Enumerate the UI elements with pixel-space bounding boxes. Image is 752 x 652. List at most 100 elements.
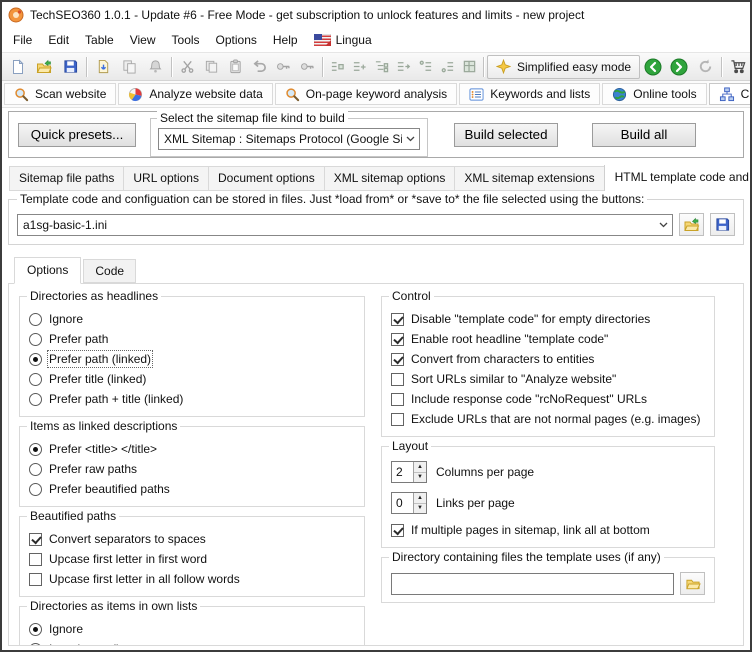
build-bar: Quick presets... Select the sitemap file… — [8, 111, 744, 158]
checkbox-exclude-non-pages[interactable]: Exclude URLs that are not normal pages (… — [391, 409, 705, 429]
refresh-button[interactable] — [692, 55, 718, 79]
beautified-paths-groupbox: Beautified paths Convert separators to s… — [19, 516, 365, 597]
indent-node-button[interactable] — [414, 55, 436, 79]
spin-up-button[interactable]: ▲ — [414, 493, 426, 504]
tab-document-options[interactable]: Document options — [208, 166, 325, 191]
template-dir-input[interactable] — [391, 573, 674, 595]
tab-options[interactable]: Options — [14, 257, 81, 284]
checkbox-sort-urls[interactable]: Sort URLs similar to "Analyze website" — [391, 369, 705, 389]
copy-documents-icon — [122, 59, 137, 74]
tab-create-sitemap[interactable]: Create sitemap — [709, 83, 750, 105]
radio-diritems-item-normal[interactable]: Item (normal) — [29, 639, 355, 646]
expand-tree-button[interactable] — [370, 55, 392, 79]
radio-linkdesc-prefer-raw-paths[interactable]: Prefer raw paths — [29, 459, 355, 479]
checkbox-convert-chars-entities[interactable]: Convert from characters to entities — [391, 349, 705, 369]
menu-table[interactable]: Table — [77, 30, 122, 50]
radio-dirheadlines-ignore[interactable]: Ignore — [29, 309, 355, 329]
tab-scan-website[interactable]: Scan website — [4, 83, 116, 105]
radio-dirheadlines-prefer-title-linked[interactable]: Prefer title (linked) — [29, 369, 355, 389]
paste-button[interactable] — [223, 55, 247, 79]
grid-view-button[interactable] — [458, 55, 480, 79]
spin-down-button[interactable]: ▼ — [414, 504, 426, 514]
columns-per-page-stepper[interactable]: 2 ▲ ▼ — [391, 461, 427, 483]
open-folder-icon — [36, 59, 52, 75]
open-project-button[interactable] — [31, 55, 57, 79]
menu-options[interactable]: Options — [208, 30, 265, 50]
outdent-node-button[interactable] — [436, 55, 458, 79]
tab-html-template-code-and-options[interactable]: HTML template code and options — [604, 165, 750, 191]
checkbox-convert-separators[interactable]: Convert separators to spaces — [29, 529, 355, 549]
app-icon[interactable] — [8, 7, 24, 23]
links-per-page-value[interactable]: 0 — [392, 493, 413, 513]
radio-dirheadlines-prefer-path[interactable]: Prefer path — [29, 329, 355, 349]
spin-down-button[interactable]: ▼ — [414, 473, 426, 483]
tab-label: Online tools — [633, 87, 696, 101]
menu-file[interactable]: File — [5, 30, 40, 50]
export-data-button[interactable] — [90, 55, 116, 79]
sitemap-kind-dropdown[interactable]: XML Sitemap : Sitemaps Protocol (Google … — [158, 128, 420, 150]
browse-directory-button[interactable] — [680, 572, 705, 595]
checkbox-link-all-at-bottom[interactable]: If multiple pages in sitemap, link all a… — [391, 520, 705, 540]
menu-view[interactable]: View — [122, 30, 164, 50]
buy-button[interactable] — [725, 55, 750, 79]
checkbox-upcase-first-word[interactable]: Upcase first letter in first word — [29, 549, 355, 569]
radio-dirheadlines-prefer-path-linked[interactable]: Prefer path (linked) — [29, 349, 355, 369]
build-selected-button[interactable]: Build selected — [454, 123, 558, 147]
insert-node-button[interactable] — [326, 55, 348, 79]
simplified-easy-mode-button[interactable]: Simplified easy mode — [487, 55, 640, 79]
filter-button[interactable] — [271, 55, 295, 79]
radio-diritems-ignore[interactable]: Ignore — [29, 619, 355, 639]
tab-keywords-and-lists[interactable]: Keywords and lists — [459, 83, 600, 105]
new-project-button[interactable] — [5, 55, 31, 79]
copy-button[interactable] — [199, 55, 223, 79]
quick-presets-label: Quick presets... — [31, 127, 124, 142]
radio-label: Prefer path — [49, 332, 108, 346]
columns-per-page-value[interactable]: 2 — [392, 462, 413, 482]
radio-linkdesc-prefer-beautified-paths[interactable]: Prefer beautified paths — [29, 479, 355, 499]
radio-button — [29, 443, 42, 456]
checkbox-include-rcnorequest[interactable]: Include response code "rcNoRequest" URLs — [391, 389, 705, 409]
undo-button[interactable] — [247, 55, 271, 79]
save-project-button[interactable] — [57, 55, 83, 79]
tab-url-options[interactable]: URL options — [123, 166, 209, 191]
tab-xml-sitemap-extensions[interactable]: XML sitemap extensions — [454, 166, 604, 191]
filter2-button[interactable] — [295, 55, 319, 79]
checkbox-enable-root-headline[interactable]: Enable root headline "template code" — [391, 329, 705, 349]
menu-help[interactable]: Help — [265, 30, 306, 50]
import-data-button[interactable] — [116, 55, 142, 79]
build-all-button[interactable]: Build all — [592, 123, 696, 147]
group-title: Directory containing files the template … — [389, 550, 664, 564]
tab-code[interactable]: Code — [83, 259, 136, 283]
magnifier-icon — [14, 87, 29, 102]
checkbox-disable-template-empty-dirs[interactable]: Disable "template code" for empty direct… — [391, 309, 705, 329]
tab-xml-sitemap-options[interactable]: XML sitemap options — [324, 166, 456, 191]
add-node-icon — [352, 59, 367, 74]
menu-lingua[interactable]: Lingua — [306, 30, 380, 50]
menu-tools[interactable]: Tools — [164, 30, 208, 50]
template-file-dropdown[interactable]: a1sg-basic-1.ini — [17, 214, 673, 236]
radio-button — [29, 333, 42, 346]
radio-dirheadlines-prefer-path-title-linked[interactable]: Prefer path + title (linked) — [29, 389, 355, 409]
nav-back-button[interactable] — [640, 55, 666, 79]
move-node-button[interactable] — [392, 55, 414, 79]
nav-forward-icon — [670, 58, 688, 76]
spin-up-button[interactable]: ▲ — [414, 462, 426, 473]
tab-sitemap-file-paths[interactable]: Sitemap file paths — [9, 166, 124, 191]
links-per-page-stepper[interactable]: 0 ▲ ▼ — [391, 492, 427, 514]
nav-forward-button[interactable] — [666, 55, 692, 79]
cut-button[interactable] — [175, 55, 199, 79]
tab-analyze-website-data[interactable]: Analyze website data — [118, 83, 272, 105]
quick-presets-button[interactable]: Quick presets... — [18, 123, 136, 147]
tab-online-tools[interactable]: Online tools — [602, 83, 706, 105]
add-node-button[interactable] — [348, 55, 370, 79]
options-page: Directories as headlines Ignore Prefer p… — [8, 283, 744, 646]
load-template-button[interactable] — [679, 213, 704, 236]
save-template-button[interactable] — [710, 213, 735, 236]
checkbox-upcase-follow-words[interactable]: Upcase first letter in all follow words — [29, 569, 355, 589]
radio-linkdesc-prefer-title-tag[interactable]: Prefer <title> </title> — [29, 439, 355, 459]
notify-button[interactable] — [142, 55, 168, 79]
tab-onpage-keyword-analysis[interactable]: On-page keyword analysis — [275, 83, 457, 105]
toolbar-separator — [171, 57, 172, 77]
menu-edit[interactable]: Edit — [40, 30, 77, 50]
checkbox — [29, 553, 42, 566]
